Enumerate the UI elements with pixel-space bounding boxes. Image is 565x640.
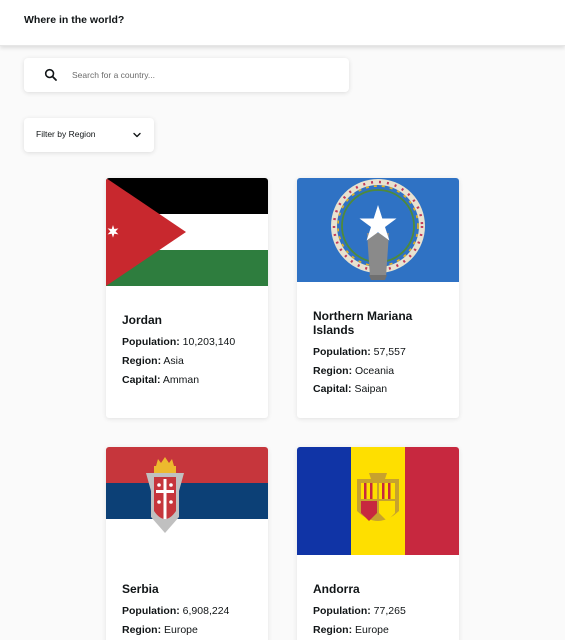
search-bar[interactable] (24, 58, 349, 92)
country-name: Serbia (122, 582, 159, 596)
search-icon (44, 68, 57, 81)
capital-value: Saipan (354, 383, 388, 395)
region-label: Region: (122, 355, 162, 367)
population-label: Population: (313, 605, 371, 617)
region-row: Region: Europe (313, 624, 389, 636)
capital-row: Capital: Amman (122, 374, 199, 386)
region-label: Region: (313, 365, 353, 377)
region-value: Asia (163, 355, 184, 367)
population-value: 10,203,140 (182, 336, 236, 348)
region-row: Region: Oceania (313, 365, 394, 377)
capital-row: Capital: Saipan (313, 383, 387, 395)
region-value: Europe (355, 624, 389, 636)
population-label: Population: (313, 346, 371, 358)
capital-label: Capital: (313, 383, 352, 395)
app-header: Where in the world? (0, 0, 565, 46)
flag-andorra (297, 447, 459, 555)
country-card-northern-mariana-islands[interactable]: Northern Mariana Islands Population: 57,… (297, 178, 459, 418)
population-row: Population: 6,908,224 (122, 605, 229, 617)
region-value: Europe (164, 624, 198, 636)
flag-northern-mariana-islands (297, 178, 459, 282)
search-input[interactable] (72, 64, 337, 86)
region-label: Region: (122, 624, 162, 636)
country-name: Northern Mariana Islands (313, 309, 413, 337)
population-row: Population: 57,557 (313, 346, 406, 358)
population-value: 57,557 (373, 346, 406, 358)
capital-label: Capital: (122, 374, 161, 386)
population-label: Population: (122, 336, 180, 348)
country-card-jordan[interactable]: Jordan Population: 10,203,140 Region: As… (106, 178, 268, 418)
region-label: Region: (313, 624, 353, 636)
population-row: Population: 77,265 (313, 605, 406, 617)
country-card-andorra[interactable]: Andorra Population: 77,265 Region: Europ… (297, 447, 459, 640)
region-filter-dropdown[interactable]: Filter by Region (24, 118, 154, 152)
population-value: 77,265 (373, 605, 406, 617)
region-value: Oceania (355, 365, 395, 377)
country-name: Andorra (313, 582, 360, 596)
chevron-down-icon (133, 132, 141, 138)
population-row: Population: 10,203,140 (122, 336, 235, 348)
population-value: 6,908,224 (182, 605, 230, 617)
flag-jordan (106, 178, 268, 286)
country-name: Jordan (122, 313, 163, 327)
region-row: Region: Europe (122, 624, 198, 636)
country-card-serbia[interactable]: Serbia Population: 6,908,224 Region: Eur… (106, 447, 268, 640)
app-title: Where in the world? (24, 14, 125, 26)
capital-value: Amman (162, 374, 200, 386)
flag-serbia (106, 447, 268, 555)
region-row: Region: Asia (122, 355, 184, 367)
region-filter-label: Filter by Region (36, 129, 96, 139)
population-label: Population: (122, 605, 180, 617)
